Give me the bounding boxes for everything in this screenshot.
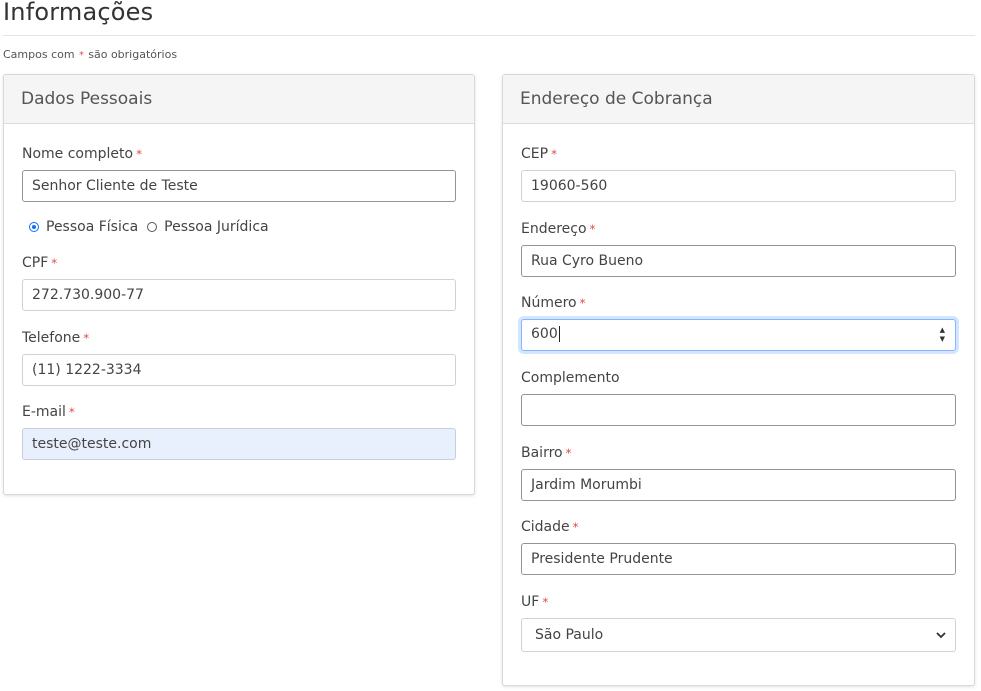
email-group: E-mail * teste@teste.com — [22, 403, 456, 460]
title-divider — [3, 35, 975, 36]
cpf-label: CPF * — [22, 255, 58, 271]
number-label: Número * — [521, 295, 586, 311]
number-spinner[interactable]: ▲ ▼ — [940, 326, 945, 344]
city-group: Cidade * Presidente Prudente — [521, 518, 956, 575]
full-name-group: Nome completo * Senhor Cliente de Teste — [22, 145, 456, 202]
page-title: Informações — [3, 0, 154, 26]
complement-input[interactable] — [521, 394, 956, 426]
address-group: Endereço * Rua Cyro Bueno — [521, 220, 956, 277]
radio-checked-icon[interactable] — [29, 222, 39, 232]
chevron-down-icon[interactable] — [935, 619, 947, 651]
address-input[interactable]: Rua Cyro Bueno — [521, 245, 956, 277]
billing-address-header: Endereço de Cobrança — [503, 75, 974, 124]
personal-data-card: Dados Pessoais Nome completo * Senhor Cli… — [3, 74, 475, 495]
state-select-value: São Paulo — [535, 627, 604, 643]
number-input-value: 600 — [531, 326, 558, 342]
address-label: Endereço * — [521, 221, 596, 237]
phone-input[interactable]: (11) 1222-3334 — [22, 354, 456, 386]
text-caret — [558, 326, 560, 342]
personal-data-header: Dados Pessoais — [4, 75, 474, 124]
complement-group: Complemento — [521, 369, 956, 426]
district-label: Bairro * — [521, 445, 572, 461]
district-input[interactable]: Jardim Morumbi — [521, 469, 956, 501]
required-note-suffix: são obrigatórios — [88, 48, 178, 61]
billing-address-card: Endereço de Cobrança CEP * 19060-560 Ende… — [502, 74, 975, 686]
required-note-prefix: Campos com — [3, 48, 75, 61]
full-name-label: Nome completo * — [22, 146, 143, 162]
cep-label: CEP * — [521, 146, 558, 162]
required-asterisk: * — [79, 50, 84, 61]
number-input[interactable]: 600 ▲ ▼ — [521, 319, 956, 351]
radio-pessoa-fisica[interactable]: Pessoa Física — [29, 219, 138, 235]
phone-label: Telefone * — [22, 330, 90, 346]
cpf-group: CPF * 272.730.900-77 — [22, 254, 456, 311]
email-label: E-mail * — [22, 404, 75, 420]
district-group: Bairro * Jardim Morumbi — [521, 444, 956, 501]
state-group: UF * São Paulo — [521, 593, 956, 652]
full-name-input[interactable]: Senhor Cliente de Teste — [22, 170, 456, 202]
complement-label: Complemento — [521, 370, 620, 386]
spinner-down-icon[interactable]: ▼ — [940, 335, 945, 344]
state-select[interactable]: São Paulo — [521, 618, 956, 652]
phone-group: Telefone * (11) 1222-3334 — [22, 329, 456, 386]
state-label: UF * — [521, 594, 549, 610]
city-input[interactable]: Presidente Prudente — [521, 543, 956, 575]
required-fields-note: Campos com * são obrigatórios — [3, 48, 177, 61]
spinner-up-icon[interactable]: ▲ — [940, 326, 945, 335]
email-input[interactable]: teste@teste.com — [22, 428, 456, 460]
radio-pessoa-juridica[interactable]: Pessoa Jurídica — [147, 219, 269, 235]
number-group: Número * 600 ▲ ▼ — [521, 294, 956, 351]
city-label: Cidade * — [521, 519, 579, 535]
cep-input[interactable]: 19060-560 — [521, 170, 956, 202]
radio-unchecked-icon[interactable] — [147, 222, 158, 232]
person-type-radio-group: Pessoa Física Pessoa Jurídica — [29, 218, 278, 236]
cep-group: CEP * 19060-560 — [521, 145, 956, 202]
cpf-input[interactable]: 272.730.900-77 — [22, 279, 456, 311]
